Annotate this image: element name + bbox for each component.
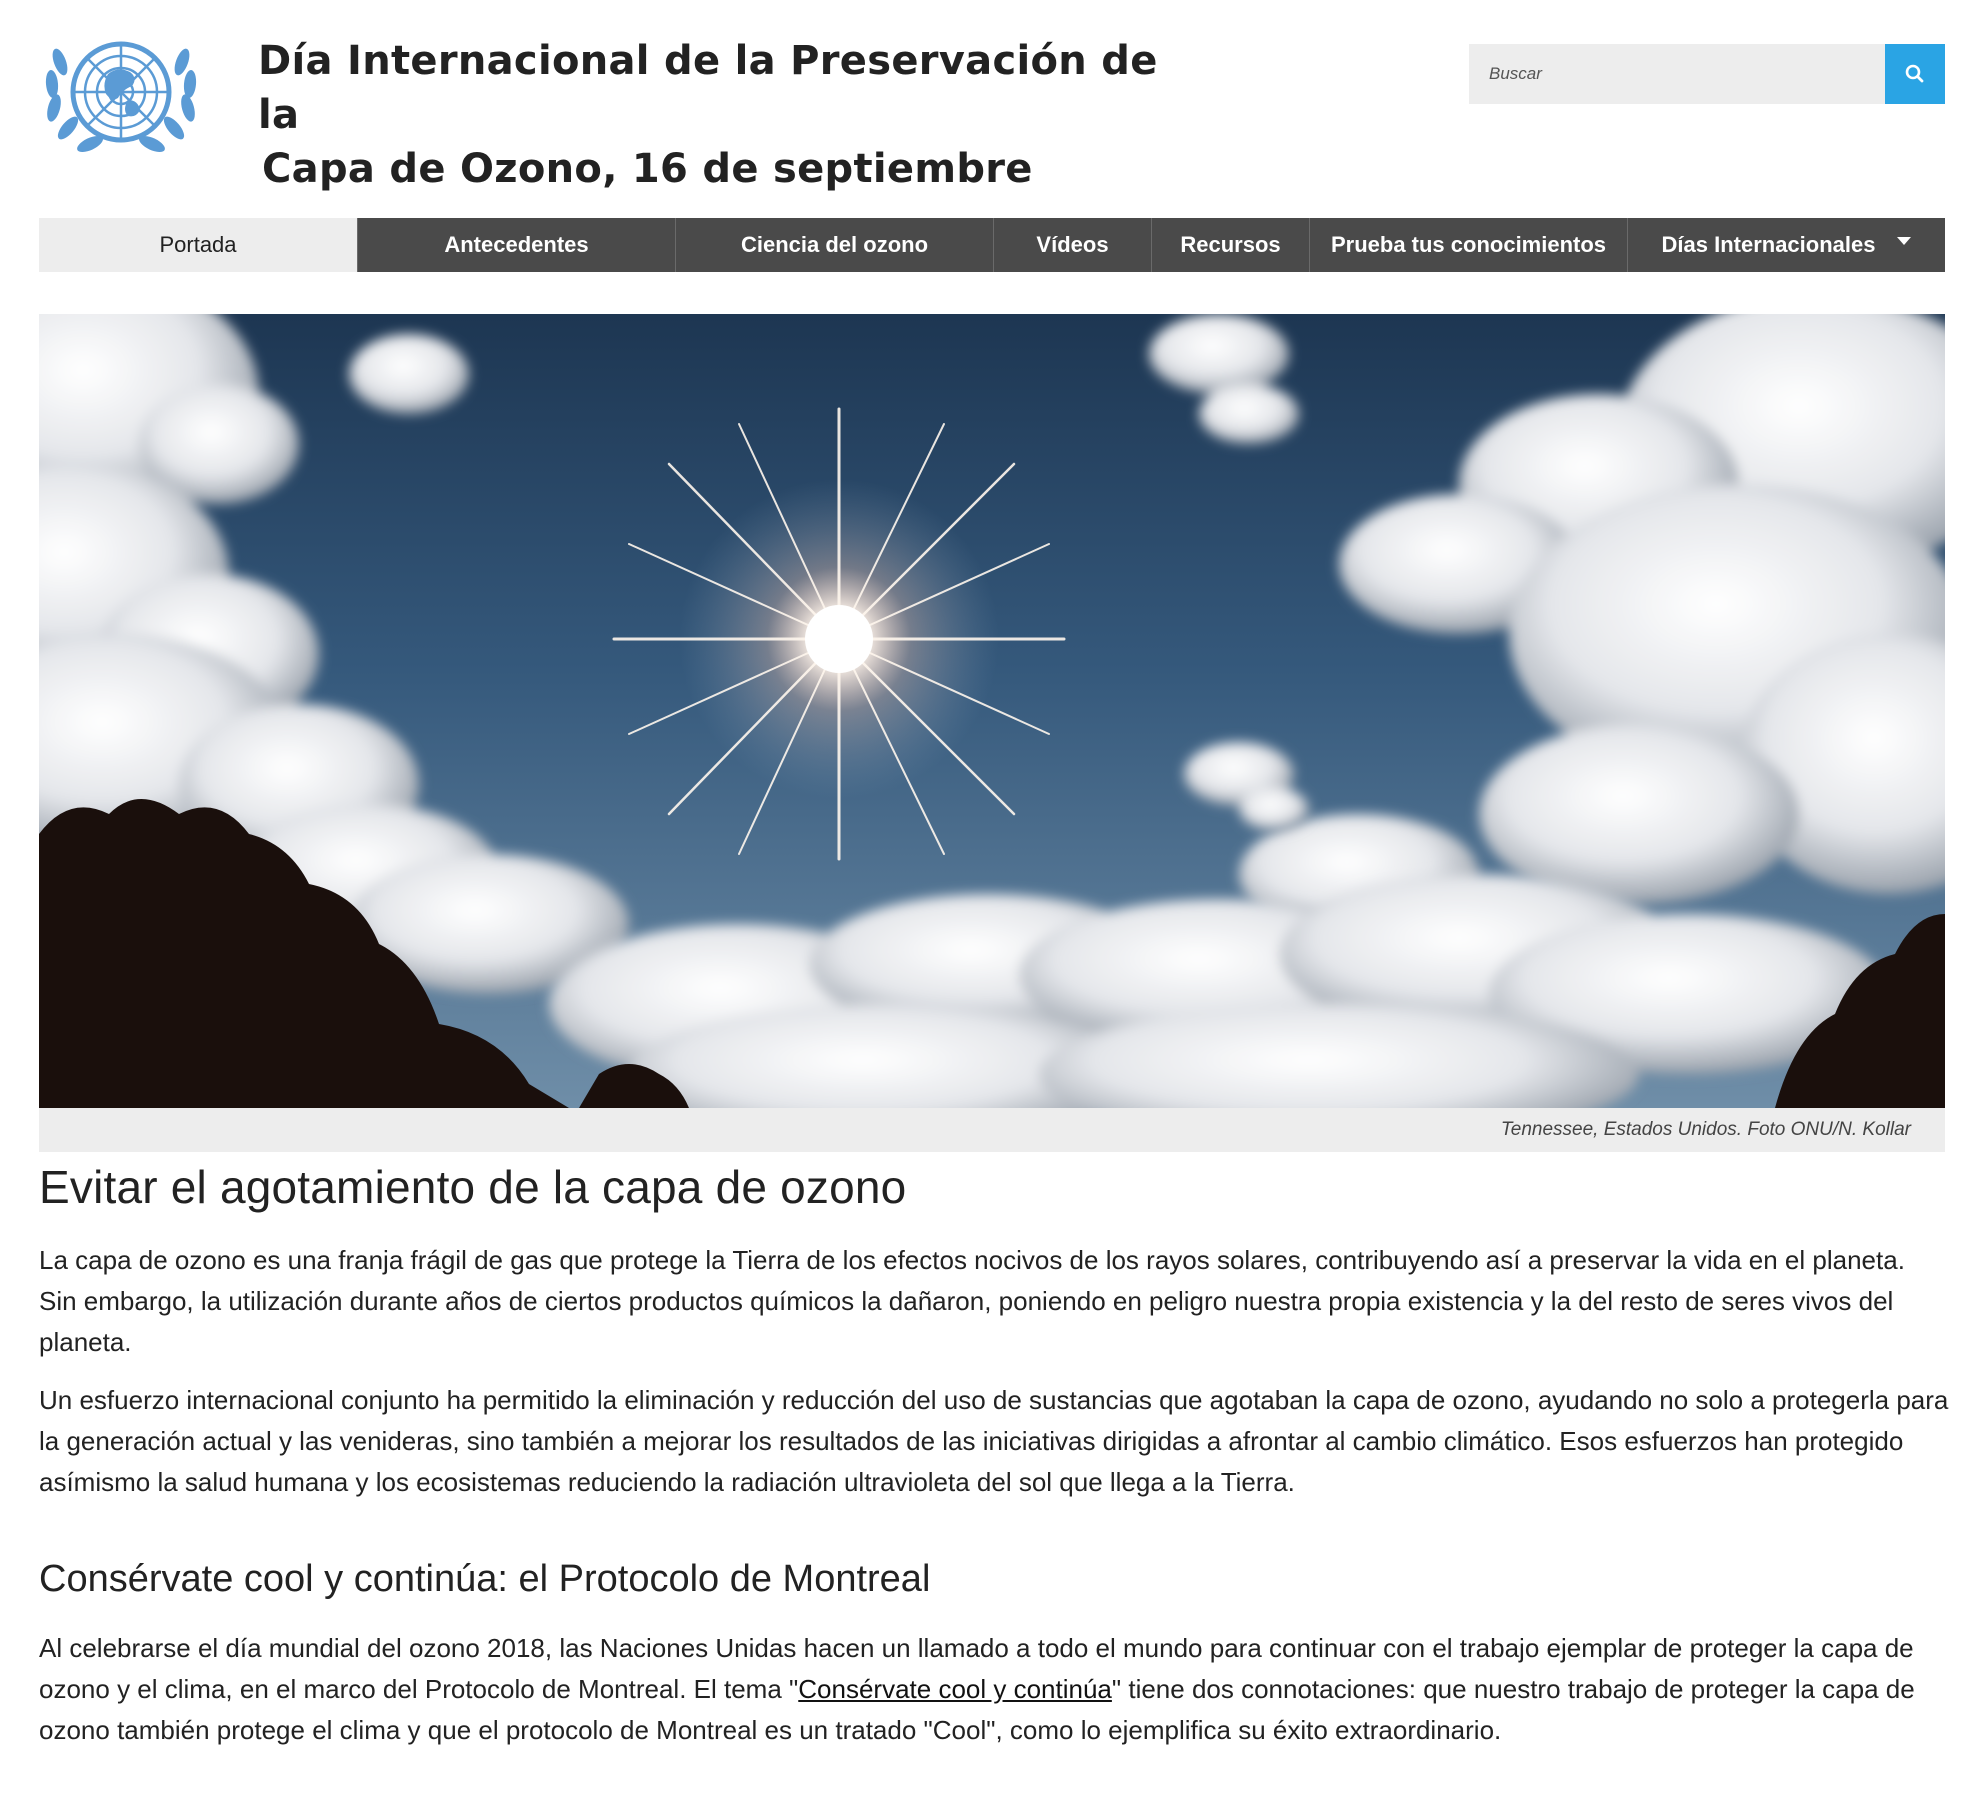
un-logo[interactable]: [38, 22, 204, 162]
chevron-down-icon: [1897, 237, 1912, 245]
montreal-paragraph: Al celebrarse el día mundial del ozono 2…: [39, 1628, 1949, 1751]
image-caption-text: Tennessee, Estados Unidos. Foto ONU/N. K…: [1500, 1119, 1911, 1140]
site-title-line1: Día Internacional de la Preservación de …: [258, 38, 1158, 138]
intro-paragraph-2: Un esfuerzo internacional conjunto ha pe…: [39, 1385, 1949, 1497]
nav-item-ciencia-del-ozono[interactable]: Ciencia del ozono: [675, 218, 993, 272]
search-input[interactable]: [1469, 44, 1885, 104]
site-title: Día Internacional de la Preservación de …: [258, 34, 1158, 196]
image-caption: Tennessee, Estados Unidos. Foto ONU/N. K…: [39, 1108, 1945, 1152]
theme-link[interactable]: Consérvate cool y continúa: [798, 1674, 1112, 1704]
hero-image: [39, 314, 1945, 1108]
section-subheading: Consérvate cool y continúa: el Protocolo…: [39, 1558, 931, 1600]
nav-item-antecedentes[interactable]: Antecedentes: [357, 218, 675, 272]
nav-item-dias-internacionales[interactable]: Días Internacionales: [1627, 218, 1945, 272]
nav-item-label: Recursos: [1180, 232, 1281, 257]
nav-item-videos[interactable]: Vídeos: [993, 218, 1151, 272]
site-title-line2: Capa de Ozono, 16 de septiembre: [262, 146, 1033, 192]
nav-item-label: Vídeos: [1036, 232, 1109, 257]
page: Día Internacional de la Preservación de …: [0, 0, 1976, 1801]
nav-item-label: Días Internacionales: [1661, 232, 1876, 257]
nav-item-label: Ciencia del ozono: [740, 232, 929, 257]
nav-item-label: Prueba tus conocimientos: [1330, 232, 1607, 257]
nav-item-portada[interactable]: Portada: [39, 218, 357, 272]
search-box: [1469, 44, 1945, 104]
nav-item-recursos[interactable]: Recursos: [1151, 218, 1309, 272]
nav-item-prueba-tus-conocimientos[interactable]: Prueba tus conocimientos: [1309, 218, 1627, 272]
intro-paragraph-1: La capa de ozono es una franja frágil de…: [39, 1245, 1905, 1357]
search-icon: [1905, 64, 1924, 83]
section-heading: Evitar el agotamiento de la capa de ozon…: [39, 1161, 907, 1213]
un-emblem-icon: [45, 41, 197, 153]
search-button[interactable]: [1885, 44, 1945, 104]
nav-item-label: Portada: [159, 232, 237, 257]
nav-item-label: Antecedentes: [444, 232, 589, 257]
sky-sun-clouds-photo: [39, 314, 1945, 1108]
main-nav: Portada Antecedentes Ciencia del ozono V…: [39, 218, 1945, 272]
